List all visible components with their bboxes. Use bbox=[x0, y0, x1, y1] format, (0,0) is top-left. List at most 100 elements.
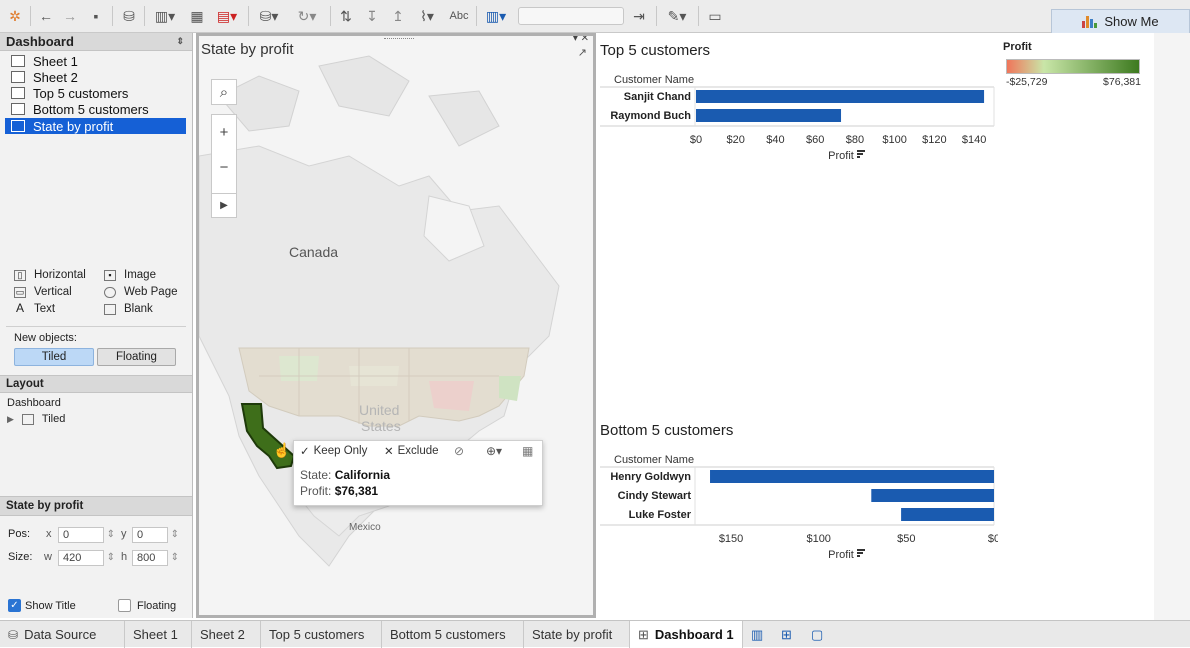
tab-bottom-5-customers[interactable]: Bottom 5 customers bbox=[382, 621, 524, 648]
show-me-button[interactable]: Show Me bbox=[1051, 9, 1190, 33]
tiled-button[interactable]: Tiled bbox=[14, 348, 94, 366]
x-label: x bbox=[46, 528, 52, 540]
object-text[interactable]: A Text bbox=[14, 302, 55, 316]
sheet-list-item-bottom-5[interactable]: Bottom 5 customers bbox=[5, 101, 186, 117]
x-position-input[interactable]: 0 bbox=[58, 527, 115, 543]
sort-toggle-icon[interactable]: ⇕ bbox=[176, 36, 184, 47]
layout-tree-tiled[interactable]: ▶ Tiled bbox=[7, 413, 65, 425]
map-search-icon[interactable]: ⌕ bbox=[211, 79, 237, 105]
presentation-mode-icon[interactable]: ▭ bbox=[704, 6, 726, 26]
sort-ascending-icon[interactable]: ↧ bbox=[362, 6, 382, 26]
show-title-label: Show Title bbox=[25, 599, 76, 612]
layout-tree-root[interactable]: Dashboard bbox=[7, 397, 61, 409]
expand-triangle-icon[interactable]: ▶ bbox=[7, 414, 14, 425]
group-members-icon[interactable]: ⊘ bbox=[454, 444, 464, 458]
create-set-icon[interactable]: ⊕▾ bbox=[486, 444, 502, 458]
sort-indicator-icon[interactable] bbox=[857, 156, 860, 158]
tab-state-by-profit[interactable]: State by profit bbox=[524, 621, 630, 648]
zoom-out-icon[interactable]: − bbox=[220, 159, 229, 176]
sheet-list-item-state-by-profit[interactable]: State by profit bbox=[5, 118, 186, 134]
map-toolbar-expand-icon[interactable]: ▶ bbox=[211, 193, 237, 218]
profit-color-legend[interactable]: Profit -$25,729 $76,381 bbox=[1003, 40, 1148, 90]
tab-data-source[interactable]: ⛁ Data Source bbox=[0, 621, 125, 648]
new-worksheet-icon[interactable]: ▥ bbox=[743, 621, 773, 648]
object-web-page[interactable]: Web Page bbox=[104, 286, 178, 298]
floating-checkbox-row[interactable]: Floating bbox=[118, 599, 176, 612]
zone-close-icon[interactable]: ▾ ✕ bbox=[573, 36, 589, 44]
external-link-icon[interactable]: ↗ bbox=[578, 46, 587, 59]
highlight-icon[interactable]: ✎▾ bbox=[662, 6, 692, 26]
dashboard-header-label: Dashboard bbox=[6, 34, 74, 49]
save-icon[interactable]: ▪ bbox=[86, 6, 106, 26]
floating-button[interactable]: Floating bbox=[97, 348, 176, 366]
sort-indicator-icon[interactable] bbox=[857, 150, 865, 152]
sheet-list-item-sheet-2[interactable]: Sheet 2 bbox=[5, 69, 186, 85]
map-title: State by profit bbox=[201, 41, 294, 58]
profit-bar[interactable] bbox=[696, 109, 842, 122]
object-horizontal[interactable]: ▯ Horizontal bbox=[14, 269, 86, 281]
bottom-5-chart-title: Bottom 5 customers bbox=[600, 422, 734, 439]
sort-descending-icon[interactable]: ↥ bbox=[388, 6, 408, 26]
selection-panel-header: State by profit bbox=[0, 496, 192, 516]
profit-bar[interactable] bbox=[696, 90, 985, 103]
keep-only-button[interactable]: ✓ Keep Only bbox=[300, 444, 367, 458]
height-input[interactable]: 800 bbox=[132, 550, 179, 566]
tab-top-5-customers[interactable]: Top 5 customers bbox=[261, 621, 382, 648]
bottom-5-bar-chart[interactable]: Henry Goldwyn Cindy Stewart Luke Foster $15… bbox=[598, 464, 998, 564]
refresh-icon[interactable]: ↻▾ bbox=[292, 6, 322, 26]
sort-indicator-icon[interactable] bbox=[857, 552, 863, 554]
profit-bar[interactable] bbox=[710, 470, 994, 483]
tableau-logo-icon[interactable]: ✲ bbox=[6, 6, 24, 26]
profit-bar[interactable] bbox=[901, 508, 994, 521]
sort-indicator-icon[interactable] bbox=[857, 555, 860, 557]
bar-chart-icon bbox=[1082, 15, 1098, 28]
object-vertical[interactable]: ▭ Vertical bbox=[14, 286, 72, 298]
attach-icon[interactable]: ⌇▾ bbox=[412, 6, 442, 26]
width-input[interactable]: 420 bbox=[58, 550, 115, 566]
new-story-icon[interactable]: ▢ bbox=[803, 621, 833, 648]
sheet-list-item-sheet-1[interactable]: Sheet 1 bbox=[5, 53, 186, 69]
tab-sheet-2[interactable]: Sheet 2 bbox=[192, 621, 261, 648]
worksheet-icon bbox=[11, 71, 25, 83]
sort-indicator-icon[interactable] bbox=[857, 549, 865, 551]
drag-handle-icon[interactable] bbox=[384, 36, 414, 39]
forward-arrow-icon[interactable]: → bbox=[60, 6, 80, 26]
object-image[interactable]: ▪ Image bbox=[104, 269, 156, 281]
top-5-bar-chart[interactable]: Sanjit Chand Raymond Buch $0 $20 $40 $60 $80 $1… bbox=[598, 84, 998, 166]
worksheet-icon bbox=[11, 87, 25, 99]
fit-dropdown[interactable] bbox=[518, 7, 624, 25]
chart-type-icon[interactable]: ▥▾ bbox=[480, 6, 512, 26]
pause-updates-icon[interactable]: ⛁▾ bbox=[254, 6, 284, 26]
map-canvas[interactable] bbox=[199, 36, 593, 615]
sheet-list-item-top-5[interactable]: Top 5 customers bbox=[5, 85, 186, 101]
show-title-checkbox[interactable]: ✓ bbox=[8, 599, 21, 612]
floating-checkbox[interactable] bbox=[118, 599, 131, 612]
view-data-icon[interactable]: ▦ bbox=[522, 444, 533, 458]
object-blank[interactable]: Blank bbox=[104, 303, 153, 315]
new-dashboard-icon[interactable]: ⊞ bbox=[773, 621, 803, 648]
tab-label: Sheet 1 bbox=[133, 627, 178, 642]
united-states-label-1: United bbox=[359, 402, 400, 418]
new-worksheet-icon[interactable]: ▥▾ bbox=[150, 6, 180, 26]
back-arrow-icon[interactable]: ← bbox=[36, 6, 56, 26]
profit-bar[interactable] bbox=[871, 489, 994, 502]
swap-rows-columns-icon[interactable]: ⇅ bbox=[336, 6, 356, 26]
exclude-button[interactable]: ✕ Exclude bbox=[384, 444, 439, 458]
tab-sheet-1[interactable]: Sheet 1 bbox=[125, 621, 192, 648]
zoom-in-icon[interactable]: + bbox=[220, 124, 229, 141]
tab-dashboard-1[interactable]: ⊞ Dashboard 1 bbox=[630, 621, 743, 648]
sort-indicator-icon[interactable] bbox=[857, 153, 863, 155]
w-label: w bbox=[44, 551, 52, 563]
clear-sheet-icon[interactable]: ▤▾ bbox=[212, 6, 242, 26]
state-by-profit-map-zone[interactable]: State by profit ↗ ▾ ✕ ⌕ + − ⇥ ▶ Canada U… bbox=[196, 33, 596, 618]
worksheet-icon bbox=[11, 103, 25, 115]
tab-label: Bottom 5 customers bbox=[390, 627, 506, 642]
y-position-input[interactable]: 0 bbox=[132, 527, 179, 543]
show-title-checkbox-row[interactable]: ✓ Show Title bbox=[8, 599, 76, 612]
duplicate-sheet-icon[interactable]: ▦ bbox=[186, 6, 208, 26]
pin-icon[interactable]: ⇥ bbox=[628, 6, 650, 26]
y-label: y bbox=[121, 528, 127, 540]
new-data-source-icon[interactable]: ⛁ bbox=[118, 6, 140, 26]
horizontal-container-icon: ▯ bbox=[14, 269, 26, 281]
show-mark-labels-button[interactable]: Abc bbox=[446, 6, 472, 26]
